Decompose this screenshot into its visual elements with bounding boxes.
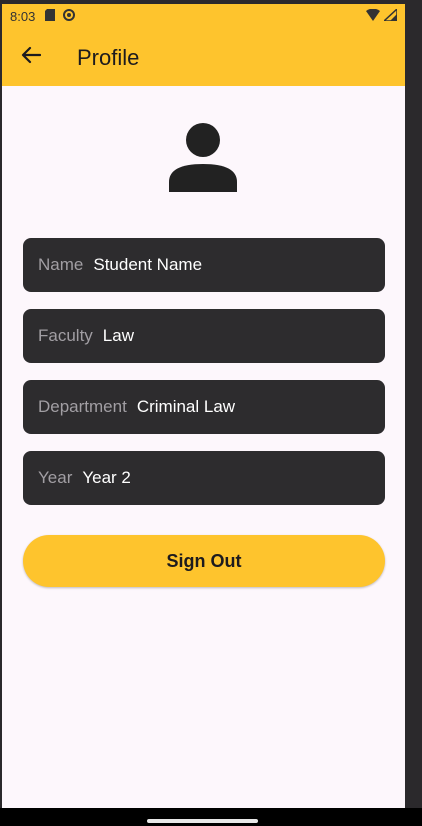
- faculty-label: Faculty: [38, 326, 93, 345]
- screen: 8:03 Profile Name Student Name Faculty L…: [2, 4, 405, 810]
- name-label: Name: [38, 255, 84, 274]
- sync-icon: [63, 9, 76, 24]
- status-time: 8:03: [10, 9, 36, 24]
- back-button[interactable]: [3, 30, 59, 86]
- sign-out-button[interactable]: Sign Out: [23, 535, 385, 587]
- home-indicator[interactable]: [147, 819, 258, 823]
- year-label: Year: [38, 468, 73, 487]
- department-label: Department: [38, 397, 127, 416]
- faculty-value: Law: [102, 326, 134, 345]
- app-bar: Profile: [2, 29, 405, 86]
- navigation-bar: [0, 808, 422, 826]
- year-field[interactable]: Year Year 2: [23, 451, 385, 505]
- name-value: Student Name: [93, 255, 203, 274]
- arrow-left-icon: [21, 46, 42, 69]
- person-icon: [167, 122, 239, 194]
- status-right: [366, 7, 398, 24]
- faculty-field[interactable]: Faculty Law: [23, 309, 385, 363]
- name-field[interactable]: Name Student Name: [23, 238, 385, 292]
- signal-icon: [382, 7, 398, 24]
- department-value: Criminal Law: [136, 397, 236, 416]
- department-field[interactable]: Department Criminal Law: [23, 380, 385, 434]
- sd-card-icon: [45, 9, 56, 24]
- page-title: Profile: [77, 44, 140, 70]
- wifi-icon: [366, 8, 380, 24]
- status-bar: 8:03: [2, 4, 405, 29]
- year-value: Year 2: [82, 468, 131, 487]
- device-frame: 8:03 Profile Name Student Name Faculty L…: [0, 0, 422, 826]
